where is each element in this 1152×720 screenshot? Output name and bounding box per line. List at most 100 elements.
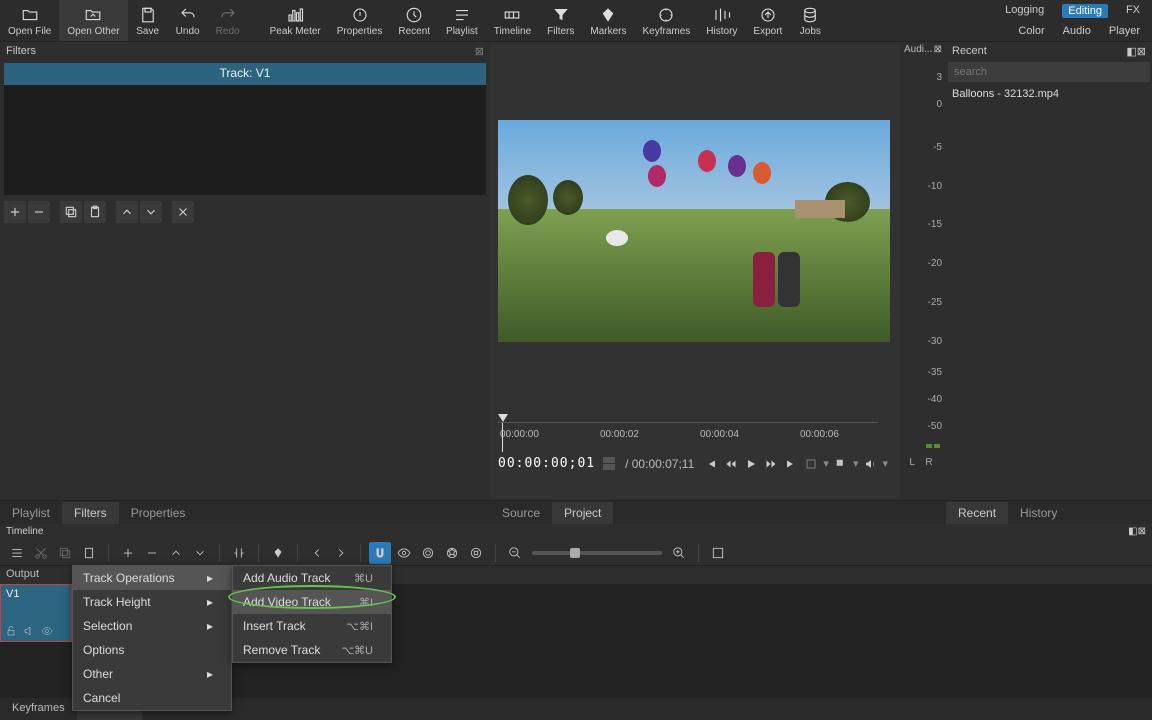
track-mute-icon[interactable] (23, 625, 35, 637)
track-head-v1[interactable]: V1 (0, 584, 72, 642)
timecode-spinner[interactable] (603, 457, 617, 470)
menu-other[interactable]: Other▸ (73, 662, 231, 686)
tab-project[interactable]: Project (552, 502, 613, 524)
fx-layout[interactable]: FX (1126, 4, 1140, 18)
track-hide-icon[interactable] (41, 625, 53, 637)
logging-layout[interactable]: Logging (1005, 4, 1044, 18)
add-filter-button[interactable] (4, 201, 26, 223)
timeline-toolbar (0, 540, 1152, 566)
track-lock-icon[interactable] (5, 625, 17, 637)
audio-layout[interactable]: Audio (1063, 25, 1091, 37)
volume-button[interactable] (862, 457, 878, 471)
move-up-button[interactable] (116, 201, 138, 223)
open-file-button[interactable]: Open File (0, 0, 59, 41)
paste-filter-button[interactable] (84, 201, 106, 223)
tl-zoom-in-button[interactable] (668, 542, 690, 564)
layout-switcher: Logging Editing FX Color Audio Player (1005, 0, 1152, 41)
timecode-current[interactable]: 00:00:00;01 (498, 456, 595, 471)
tab-filters[interactable]: Filters (62, 502, 119, 524)
filters-panel: Filters⊠ Track: V1 (0, 42, 490, 500)
menu-add-video-track[interactable]: Add Video Track⌘I (233, 590, 391, 614)
redo-button[interactable]: Redo (208, 0, 248, 41)
menu-selection[interactable]: Selection▸ (73, 614, 231, 638)
menu-add-audio-track[interactable]: Add Audio Track⌘U (233, 566, 391, 590)
playhead-icon[interactable] (498, 414, 508, 422)
tl-marker-button[interactable] (267, 542, 289, 564)
peak-meter-button[interactable]: Peak Meter (262, 0, 329, 41)
menu-track-height[interactable]: Track Height▸ (73, 590, 231, 614)
tab-history[interactable]: History (1008, 502, 1069, 524)
keyframes-button[interactable]: Keyframes (635, 0, 699, 41)
menu-insert-track[interactable]: Insert Track⌥⌘I (233, 614, 391, 638)
move-down-button[interactable] (140, 201, 162, 223)
tl-snap-button[interactable] (369, 542, 391, 564)
recent-item[interactable]: Balloons - 32132.mp4 (946, 84, 1152, 104)
recent-panel: Recent◧⊠ Balloons - 32132.mp4 (946, 42, 1152, 500)
tl-ripple-all-button[interactable] (441, 542, 463, 564)
meter-lr-label: L R (900, 457, 946, 468)
tl-split-button[interactable] (228, 542, 250, 564)
menu-remove-track[interactable]: Remove Track⌥⌘U (233, 638, 391, 662)
recent-search-input[interactable] (948, 62, 1150, 82)
recent-button[interactable]: Recent (390, 0, 438, 41)
tl-cut-button[interactable] (30, 542, 52, 564)
tl-remove-button[interactable] (141, 542, 163, 564)
color-layout[interactable]: Color (1018, 25, 1044, 37)
tab-recent[interactable]: Recent (946, 502, 1008, 524)
tl-zoom-fit-button[interactable] (707, 542, 729, 564)
recent-dock-icon[interactable]: ◧⊠ (1126, 45, 1146, 58)
tl-ripple-button[interactable] (417, 542, 439, 564)
rewind-button[interactable] (723, 457, 739, 471)
tab-playlist[interactable]: Playlist (0, 502, 62, 524)
history-button[interactable]: History (698, 0, 745, 41)
video-preview[interactable] (498, 120, 890, 342)
tab-source[interactable]: Source (490, 502, 552, 524)
ruler-tick-1: 00:00:02 (600, 429, 639, 440)
tl-paste-button[interactable] (78, 542, 100, 564)
editing-layout[interactable]: Editing (1062, 4, 1108, 18)
tl-scrub-button[interactable] (393, 542, 415, 564)
preview-ruler[interactable]: 00:00:00 00:00:02 00:00:04 00:00:06 (498, 422, 878, 452)
copy-filter-button[interactable] (60, 201, 82, 223)
filters-list[interactable] (4, 85, 486, 195)
menu-track-operations[interactable]: Track Operations▸ (73, 566, 231, 590)
tl-zoom-slider[interactable] (532, 551, 662, 555)
filters-button[interactable]: Filters (539, 0, 582, 41)
zoom-fit-button[interactable] (803, 457, 819, 471)
tl-ripple-markers-button[interactable] (465, 542, 487, 564)
filters-pin-icon[interactable]: ⊠ (475, 45, 484, 58)
tl-append-button[interactable] (117, 542, 139, 564)
undo-button[interactable]: Undo (168, 0, 208, 41)
tl-overwrite-button[interactable] (189, 542, 211, 564)
ruler-tick-2: 00:00:04 (700, 429, 739, 440)
tab-properties[interactable]: Properties (119, 502, 198, 524)
skip-prev-button[interactable] (703, 457, 719, 471)
export-button[interactable]: Export (745, 0, 790, 41)
timeline-button[interactable]: Timeline (486, 0, 539, 41)
playlist-button[interactable]: Playlist (438, 0, 486, 41)
menu-cancel[interactable]: Cancel (73, 686, 231, 710)
tl-next-marker-button[interactable] (330, 542, 352, 564)
markers-button[interactable]: Markers (582, 0, 634, 41)
timeline-dock-icon[interactable]: ◧⊠ (1128, 526, 1146, 538)
fast-fwd-button[interactable] (763, 457, 779, 471)
deselect-button[interactable] (172, 201, 194, 223)
properties-button[interactable]: Properties (329, 0, 391, 41)
tl-lift-button[interactable] (165, 542, 187, 564)
audio-meter-close-icon[interactable]: ⊠ (934, 44, 942, 55)
play-button[interactable] (743, 457, 759, 471)
grid-button[interactable] (833, 457, 849, 471)
tl-menu-button[interactable] (6, 542, 28, 564)
tl-prev-marker-button[interactable] (306, 542, 328, 564)
tl-zoom-out-button[interactable] (504, 542, 526, 564)
tl-copy-button[interactable] (54, 542, 76, 564)
menu-options[interactable]: Options (73, 638, 231, 662)
remove-filter-button[interactable] (28, 201, 50, 223)
open-other-button[interactable]: Open Other (59, 0, 127, 41)
jobs-button[interactable]: Jobs (790, 0, 830, 41)
player-layout[interactable]: Player (1109, 25, 1140, 37)
skip-next-button[interactable] (783, 457, 799, 471)
bottom-tab-keyframes[interactable]: Keyframes (0, 698, 77, 720)
ruler-tick-0: 00:00:00 (500, 429, 539, 440)
save-button[interactable]: Save (128, 0, 168, 41)
